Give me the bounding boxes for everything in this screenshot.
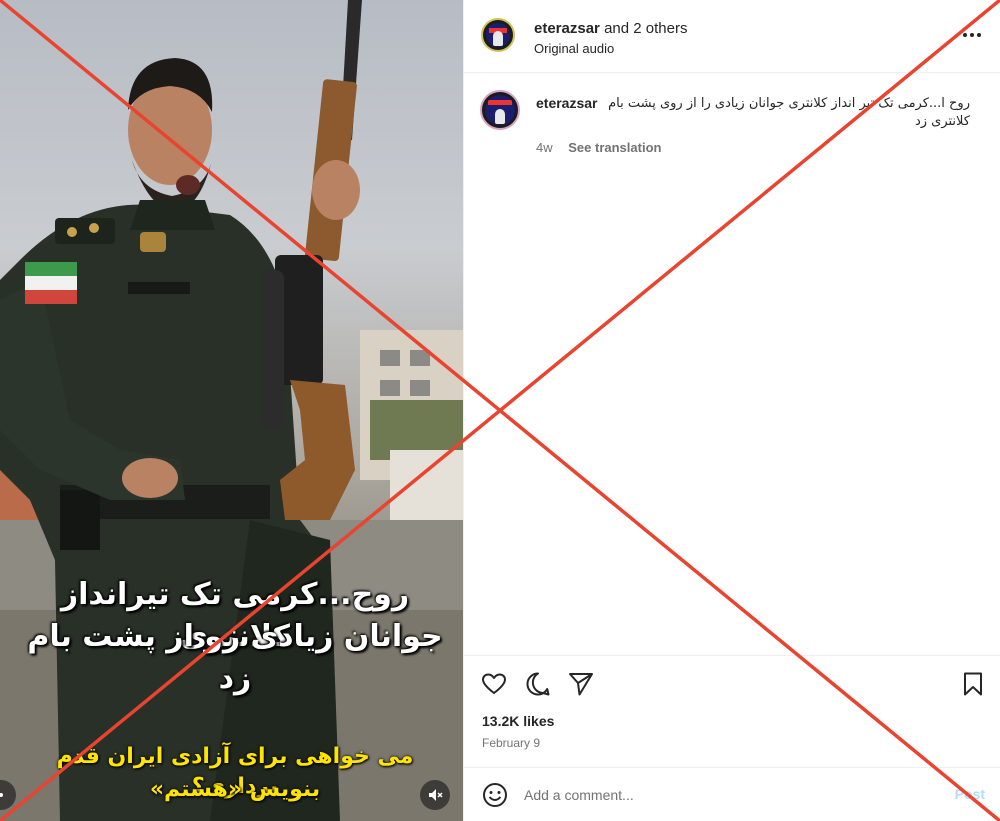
see-translation-link[interactable]: See translation <box>568 140 661 155</box>
comment-bar: Post <box>464 767 1000 821</box>
post-age: 4w <box>536 140 553 155</box>
action-bar <box>464 655 1000 710</box>
avatar[interactable] <box>481 18 515 52</box>
caption-text: روح ا...کرمی تک تیر انداز کلانتری جوانان… <box>608 96 970 129</box>
comment-input[interactable] <box>524 784 924 806</box>
post-panel: eterazsar and 2 others Original audio et… <box>463 0 1000 821</box>
post-date: February 9 <box>482 736 541 750</box>
bookmark-icon[interactable] <box>959 670 987 698</box>
coauthors-link[interactable]: and 2 others <box>604 20 687 37</box>
likes-count[interactable]: 13.2K likes <box>482 713 554 729</box>
heart-icon[interactable] <box>480 670 508 698</box>
post-header: eterazsar and 2 others Original audio <box>464 0 1000 73</box>
video-caption-line-2: جوانان زیادی رو از پشت بام زد <box>27 619 443 696</box>
audio-link[interactable]: Original audio <box>534 41 614 56</box>
caption-username[interactable]: eterazsar <box>536 95 598 111</box>
video-caption-line-4: بنویس «هستم» <box>149 777 321 802</box>
more-horizontal-icon[interactable] <box>961 28 983 42</box>
dot-icon <box>0 793 3 797</box>
comment-icon[interactable] <box>524 670 552 698</box>
send-icon[interactable] <box>567 670 595 698</box>
post-comment-button[interactable]: Post <box>955 786 985 802</box>
caption-avatar[interactable] <box>480 90 520 130</box>
emoji-icon[interactable] <box>482 782 508 808</box>
mute-button[interactable] <box>420 780 450 810</box>
post-author[interactable]: eterazsar and 2 others <box>534 20 687 37</box>
author-username[interactable]: eterazsar <box>534 20 600 37</box>
video-player[interactable]: روح...کرمی تک تیرانداز کلانتری جوانان زی… <box>0 0 463 821</box>
caption-meta: 4w See translation <box>536 140 661 155</box>
speaker-muted-icon <box>429 789 443 801</box>
